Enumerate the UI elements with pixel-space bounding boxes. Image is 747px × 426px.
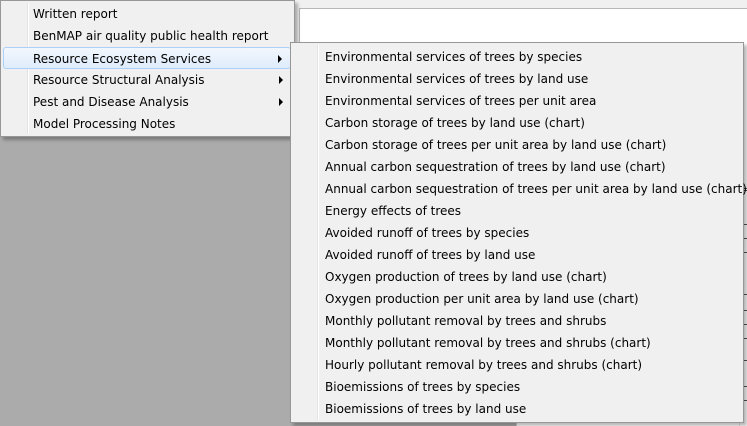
chevron-right-icon: [278, 55, 282, 63]
submenu-item-label: Hourly pollutant removal by trees and sh…: [325, 358, 643, 372]
submenu-item-label: Carbon storage of trees by land use (cha…: [325, 116, 585, 130]
submenu-item-label: Environmental services of trees by speci…: [325, 50, 583, 64]
submenu-item-label: Environmental services of trees per unit…: [325, 94, 597, 108]
submenu-item[interactable]: Monthly pollutant removal by trees and s…: [293, 332, 741, 354]
submenu-item[interactable]: Oxygen production of trees by land use (…: [293, 266, 741, 288]
submenu-item[interactable]: Carbon storage of trees by land use (cha…: [293, 112, 741, 134]
submenu-item[interactable]: Annual carbon sequestration of trees per…: [293, 178, 747, 200]
submenu-item[interactable]: Avoided runoff of trees by species: [293, 222, 741, 244]
menu-item-resource-ecosystem-services[interactable]: Resource Ecosystem Services: [3, 47, 291, 69]
submenu-item[interactable]: Energy effects of trees: [293, 200, 741, 222]
menu-item-benmap-report[interactable]: BenMAP air quality public health report: [3, 25, 291, 47]
submenu-item[interactable]: Bioemissions of trees by land use: [293, 398, 741, 420]
menu-item-pest-and-disease-analysis[interactable]: Pest and Disease Analysis: [3, 91, 291, 113]
submenu-item-label: Avoided runoff of trees by land use: [325, 248, 536, 262]
submenu-item[interactable]: Environmental services of trees by land …: [293, 68, 741, 90]
submenu-item-label: Annual carbon sequestration of trees per…: [325, 182, 747, 196]
menu-item-label: Written report: [33, 7, 118, 21]
submenu-item[interactable]: Environmental services of trees by speci…: [293, 46, 741, 68]
submenu-item[interactable]: Bioemissions of trees by species: [293, 376, 741, 398]
submenu-item-label: Bioemissions of trees by land use: [325, 402, 527, 416]
submenu-item-label: Bioemissions of trees by species: [325, 380, 521, 394]
chevron-right-icon: [279, 98, 283, 106]
submenu-item-label: Oxygen production of trees by land use (…: [325, 270, 607, 284]
menu-item-label: Pest and Disease Analysis: [33, 95, 189, 109]
menu-item-resource-structural-analysis[interactable]: Resource Structural Analysis: [3, 69, 291, 91]
submenu-item[interactable]: Environmental services of trees per unit…: [293, 90, 741, 112]
submenu-item-label: Oxygen production per unit area by land …: [325, 292, 639, 306]
submenu-item[interactable]: Hourly pollutant removal by trees and sh…: [293, 354, 741, 376]
menu-item-label: Resource Structural Analysis: [33, 73, 205, 87]
submenu-item-label: Monthly pollutant removal by trees and s…: [325, 336, 651, 350]
submenu-item-label: Carbon storage of trees per unit area by…: [325, 138, 667, 152]
menu-item-label: BenMAP air quality public health report: [33, 29, 269, 43]
chevron-right-icon: [279, 76, 283, 84]
submenu-item[interactable]: Carbon storage of trees per unit area by…: [293, 134, 741, 156]
submenu-item-label: Avoided runoff of trees by species: [325, 226, 530, 240]
background-window-titlebar: [295, 0, 747, 8]
submenu-item-label: Annual carbon sequestration of trees by …: [325, 160, 666, 174]
submenu-item-label: Monthly pollutant removal by trees and s…: [325, 314, 607, 328]
submenu-item-label: Energy effects of trees: [325, 204, 462, 218]
menu-item-model-processing-notes[interactable]: Model Processing Notes: [3, 113, 291, 135]
background-window-pane: [299, 8, 747, 44]
menu-item-label: Resource Ecosystem Services: [33, 52, 212, 66]
submenu-item[interactable]: Monthly pollutant removal by trees and s…: [293, 310, 741, 332]
menu-item-label: Model Processing Notes: [33, 117, 176, 131]
resource-ecosystem-services-submenu: Environmental services of trees by speci…: [290, 42, 747, 423]
submenu-item[interactable]: Oxygen production per unit area by land …: [293, 288, 741, 310]
submenu-item-label: Environmental services of trees by land …: [325, 72, 589, 86]
submenu-item[interactable]: Annual carbon sequestration of trees by …: [293, 156, 741, 178]
submenu-item[interactable]: Avoided runoff of trees by land use: [293, 244, 741, 266]
main-menu: Written report BenMAP air quality public…: [0, 0, 295, 137]
menu-item-written-report[interactable]: Written report: [3, 3, 291, 25]
